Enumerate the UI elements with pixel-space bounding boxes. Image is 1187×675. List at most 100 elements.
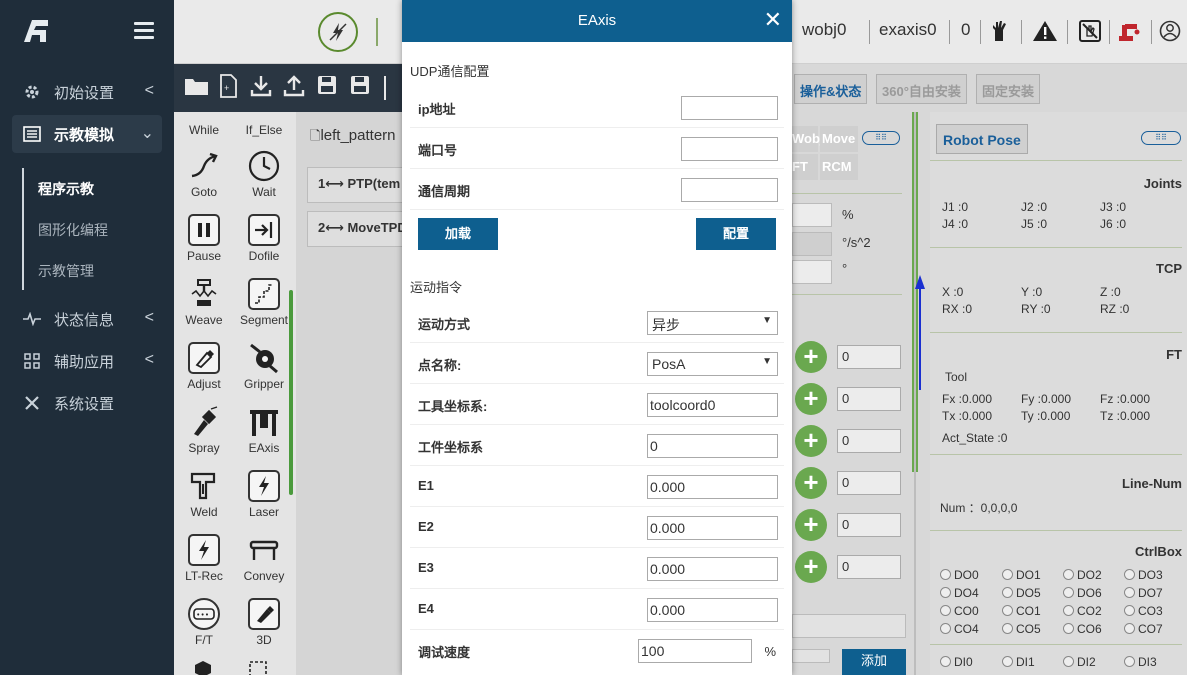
sidebar-item-status-info[interactable]: 状态信息 < — [0, 298, 174, 340]
ctrlbox-io[interactable]: DO7 — [1124, 586, 1163, 600]
hand-icon[interactable] — [990, 20, 1012, 44]
tab-operation-status[interactable]: 操作&状态 — [794, 74, 868, 104]
palette-item-eaxis[interactable]: EAxis — [234, 406, 294, 455]
period-input[interactable] — [681, 178, 778, 202]
ctrlbox-io[interactable]: CO6 — [1063, 622, 1102, 636]
tab-wobj[interactable]: Wobj — [792, 126, 824, 152]
point-value[interactable]: 0 — [837, 471, 901, 495]
e1-input[interactable] — [647, 475, 778, 499]
palette-scrollbar[interactable] — [289, 290, 293, 495]
palette-item-spray[interactable]: Spray — [174, 406, 234, 455]
ctrlbox-io[interactable]: CO7 — [1124, 622, 1163, 636]
save-icon[interactable] — [317, 75, 337, 95]
tab-move[interactable]: Move — [820, 126, 858, 152]
collapse-toggle-icon[interactable]: ⠿⠿ — [862, 131, 900, 145]
point-value[interactable]: 0 — [837, 555, 901, 579]
menu-toggle-icon[interactable] — [134, 22, 154, 40]
palette-item-ft[interactable]: • • • F/T — [174, 598, 234, 647]
palette-item-convey[interactable]: Convey — [234, 534, 294, 583]
ctrlbox-io[interactable]: CO0 — [940, 604, 979, 618]
download-icon[interactable] — [250, 74, 272, 98]
e4-input[interactable] — [647, 598, 778, 622]
ctrlbox-io[interactable]: CO1 — [1002, 604, 1041, 618]
point-value[interactable]: 0 — [837, 429, 901, 453]
ctrlbox-io[interactable]: CO3 — [1124, 604, 1163, 618]
config-button[interactable]: 配置 — [696, 218, 776, 250]
sidebar-subitem-graphical-programming[interactable]: 图形化编程 — [38, 220, 108, 240]
robot-pose-button[interactable]: Robot Pose — [936, 124, 1028, 154]
sidebar-item-aux-apps[interactable]: 辅助应用 < — [0, 340, 174, 382]
add-point-button[interactable]: + — [795, 551, 827, 583]
point-name-select[interactable]: PosA ▼ — [647, 352, 778, 376]
add-point-button[interactable]: + — [795, 341, 827, 373]
ctrlbox-io[interactable]: CO2 — [1063, 604, 1102, 618]
motion-mode-select[interactable]: 异步 ▼ — [647, 311, 778, 335]
user-icon[interactable] — [1159, 20, 1181, 42]
port-input[interactable] — [681, 137, 778, 161]
palette-item-pause[interactable]: Pause — [174, 214, 234, 263]
palette-item-laser[interactable]: Laser — [234, 470, 294, 519]
e2-input[interactable] — [647, 516, 778, 540]
new-file-icon[interactable]: + — [219, 74, 237, 98]
palette-item-while[interactable]: While — [174, 123, 234, 137]
palette-item-wait[interactable]: Wait — [234, 150, 294, 199]
palette-item-adjust[interactable]: Adjust — [174, 342, 234, 391]
ctrlbox-io[interactable]: CO5 — [1002, 622, 1041, 636]
power-status-icon[interactable] — [318, 12, 358, 52]
palette-item-weave[interactable]: Weave — [174, 278, 234, 327]
palette-item-dofile[interactable]: Dofile — [234, 214, 294, 263]
load-button[interactable]: 加载 — [418, 218, 498, 250]
ctrlbox-io[interactable]: DI0 — [940, 655, 973, 669]
upload-icon[interactable] — [283, 74, 305, 98]
program-line[interactable]: 2⟷ MoveTPD — [307, 211, 407, 247]
text-input[interactable] — [792, 614, 906, 638]
add-point-button[interactable]: + — [795, 425, 827, 457]
tool-coord-input[interactable] — [647, 393, 778, 417]
ctrlbox-io[interactable]: DO3 — [1124, 568, 1163, 582]
collapse-toggle-icon[interactable]: ⠿⠿ — [1141, 131, 1181, 145]
ctrlbox-io[interactable]: DI3 — [1124, 655, 1157, 669]
tab-rcm[interactable]: RCM — [820, 154, 858, 180]
tab-fixed-mount[interactable]: 固定安装 — [976, 74, 1041, 104]
palette-item-gripper[interactable]: Gripper — [234, 342, 294, 391]
e3-input[interactable] — [647, 557, 778, 581]
palette-item-weld[interactable]: Weld — [174, 470, 234, 519]
ctrlbox-io[interactable]: DO5 — [1002, 586, 1041, 600]
robot-status-icon[interactable] — [1117, 20, 1143, 44]
frame-icon[interactable] — [248, 660, 268, 675]
cube-icon[interactable] — [194, 660, 212, 675]
ip-input[interactable] — [681, 96, 778, 120]
ctrlbox-io[interactable]: DO0 — [940, 568, 979, 582]
wobj-coord-input[interactable] — [647, 434, 778, 458]
close-icon[interactable]: ✕ — [764, 9, 782, 31]
add-button[interactable]: 添加 — [842, 649, 906, 675]
ctrlbox-io[interactable]: DO1 — [1002, 568, 1041, 582]
ctrlbox-io[interactable]: DI1 — [1002, 655, 1035, 669]
sidebar-item-system-settings[interactable]: 系统设置 — [0, 382, 174, 424]
ctrlbox-io[interactable]: CO4 — [940, 622, 979, 636]
angle-input[interactable] — [792, 260, 832, 284]
add-point-button[interactable]: + — [795, 509, 827, 541]
program-line[interactable]: 1⟷ PTP(tem — [307, 167, 407, 203]
warning-icon[interactable] — [1032, 20, 1058, 44]
program-file-tab[interactable]: 🗋left_pattern — [310, 127, 396, 149]
ctrlbox-io[interactable]: DI2 — [1063, 655, 1096, 669]
palette-item-3d[interactable]: 3D — [234, 598, 294, 647]
palette-item-if-else[interactable]: If_Else — [234, 123, 294, 137]
tab-360-free-mount[interactable]: 360°自由安装 — [876, 74, 967, 104]
sidebar-item-teach-sim[interactable]: 示教模拟 ⌄ — [12, 115, 162, 153]
sidebar-item-initial-settings[interactable]: 初始设置 < — [0, 71, 174, 113]
folder-icon[interactable] — [184, 76, 208, 96]
drag-mode-icon[interactable] — [1079, 20, 1101, 42]
tab-ft[interactable]: FT — [792, 154, 818, 180]
palette-item-lt-rec[interactable]: LT-Rec — [174, 534, 234, 583]
text-input[interactable] — [792, 649, 830, 663]
ctrlbox-io[interactable]: DO4 — [940, 586, 979, 600]
point-value[interactable]: 0 — [837, 513, 901, 537]
sidebar-subitem-teach-management[interactable]: 示教管理 — [38, 261, 94, 281]
palette-item-segment[interactable]: Segment — [234, 278, 294, 327]
add-point-button[interactable]: + — [795, 467, 827, 499]
palette-item-goto[interactable]: Goto — [174, 150, 234, 199]
ctrlbox-io[interactable]: DO6 — [1063, 586, 1102, 600]
sidebar-subitem-program-teach[interactable]: 程序示教 — [38, 179, 94, 199]
